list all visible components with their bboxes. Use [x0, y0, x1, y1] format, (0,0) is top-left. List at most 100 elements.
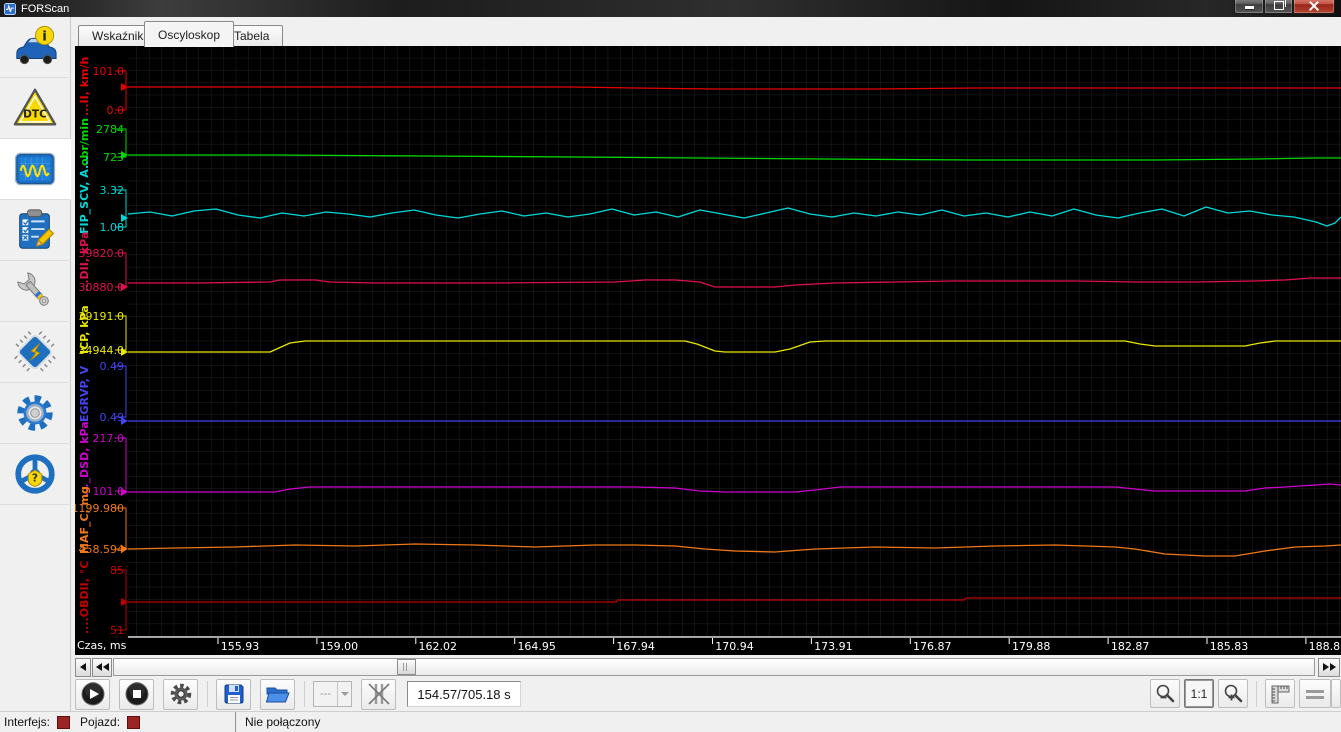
gear-icon [170, 683, 191, 705]
sidebar: i DTC ? [0, 17, 71, 712]
scroll-left-button[interactable] [75, 657, 92, 677]
window-title: FORScan [21, 2, 70, 15]
scrollbar-thumb[interactable] [397, 659, 417, 675]
sidebar-item-vehicle-info[interactable]: i [0, 17, 69, 78]
sidebar-item-configuration[interactable] [0, 322, 69, 383]
magnifier-plus-icon [1224, 684, 1243, 702]
sidebar-item-tests[interactable] [0, 200, 69, 261]
status-bar: Interfejs: Pojazd: Nie połączony [0, 711, 1341, 732]
zoom-ratio-button[interactable]: 1:1 [1184, 679, 1214, 708]
scrollbar-track[interactable] [113, 658, 1316, 676]
marker-select-dropdown[interactable]: --- [313, 681, 352, 707]
channel-value-pointer [121, 283, 128, 291]
forscan-window: { "window": { "title": "FORScan" }, "tab… [0, 0, 1341, 732]
svg-text:?: ? [31, 473, 37, 485]
sidebar-item-settings[interactable] [0, 383, 69, 444]
save-floppy-icon [224, 684, 243, 704]
channel-range-bracket [115, 365, 127, 418]
channel-value-pointer [121, 598, 128, 606]
sidebar-item-help[interactable]: ? [0, 444, 69, 505]
x-axis-title: Czas, ms [77, 639, 127, 652]
double-right-arrow-icon [1322, 663, 1336, 671]
dtc-triangle-icon: DTC [13, 88, 56, 126]
save-button[interactable] [216, 678, 251, 710]
marker-cut-button[interactable] [361, 678, 396, 710]
chip-icon [13, 331, 56, 372]
zoom-in-button[interactable] [1218, 679, 1248, 708]
vehicle-status-indicator [127, 715, 141, 729]
lines-icon [1306, 689, 1324, 699]
open-button[interactable] [260, 678, 295, 710]
x-tick-label: 185.83 [1210, 640, 1249, 653]
minimize-button[interactable] [1234, 0, 1264, 14]
play-button[interactable] [75, 678, 110, 710]
channel-value-pointer [121, 348, 128, 356]
time-position-display: 154.57/705.18 s [407, 681, 521, 707]
wrench-icon [16, 272, 49, 306]
sidebar-item-service[interactable] [0, 261, 69, 322]
channel-name-label: ..._DSD, kPa [78, 421, 91, 496]
oscilloscope-panel: 155.93 159.00 162.02 164.95 167.94 170.94 173.… [72, 46, 1341, 655]
title-bar[interactable]: FORScan [0, 0, 1341, 17]
open-folder-icon [265, 687, 290, 703]
x-tick-label: 164.95 [517, 640, 556, 653]
toolbar-separator [304, 681, 305, 707]
steering-help-icon: ? [14, 454, 55, 494]
sidebar-item-oscilloscope[interactable] [0, 139, 71, 200]
oscilloscope-toolbar: --- 154.57/705.18 s 1:1 [75, 678, 1341, 710]
x-tick-label: 155.93 [221, 640, 260, 653]
chevron-down-icon [337, 682, 351, 706]
crossed-tool-icon [367, 683, 390, 705]
x-tick-label: 167.94 [616, 640, 655, 653]
x-tick-label: 176.87 [913, 640, 952, 653]
svg-text:DTC: DTC [23, 109, 47, 121]
zoom-out-button[interactable] [1150, 679, 1180, 708]
vehicle-label: Pojazd: [80, 715, 121, 729]
channel-value-pointer [121, 83, 128, 91]
record-settings-button[interactable] [163, 678, 198, 710]
sidebar-item-dtc[interactable]: DTC [0, 78, 69, 139]
channel-value-pointer [121, 488, 128, 496]
close-button[interactable] [1293, 0, 1335, 14]
measure-button[interactable] [1265, 679, 1295, 708]
channel-layout-button[interactable] [1299, 679, 1331, 708]
oscilloscope-icon [14, 152, 56, 186]
oscilloscope-plot[interactable]: 155.93 159.00 162.02 164.95 167.94 170.94 173.… [72, 46, 1341, 655]
tab-oscyloskop[interactable]: Oscyloskop [144, 21, 235, 47]
connection-status-text: Nie połączony [245, 715, 321, 729]
forscan-logo-icon [4, 3, 16, 15]
channel-value-pointer [121, 545, 128, 553]
channel-value-pointer [121, 417, 128, 425]
car-info-icon: i [15, 25, 57, 65]
channel-name-label: ....OBDII, °C [78, 561, 91, 634]
x-tick-label: 159.00 [320, 640, 359, 653]
gear-blue-icon [16, 395, 53, 431]
scroll-fast-right-button[interactable] [1318, 657, 1340, 677]
tab-strip: Wskaźniki Oscyloskop Tabela [70, 20, 1341, 47]
channel-value-pointer [121, 214, 128, 222]
channel-name-label: FIP_SCV, A... [78, 156, 91, 234]
magnifier-minus-icon [1156, 684, 1175, 702]
scroll-fast-left-button[interactable] [92, 657, 113, 677]
channel-name-label: ...II, km/h [78, 57, 91, 116]
channel-value-pointer [121, 151, 128, 159]
toolbar-separator [1256, 680, 1257, 707]
channel-name-label: EGRVP, V [78, 365, 91, 422]
double-left-arrow-icon [95, 663, 109, 671]
x-tick-label: 182.87 [1111, 640, 1150, 653]
x-tick-label: 173.91 [814, 640, 853, 653]
left-arrow-icon [80, 663, 87, 671]
interface-label: Interfejs: [4, 715, 51, 729]
stop-button[interactable] [119, 678, 154, 710]
toolbar-separator [207, 681, 208, 707]
svg-text:i: i [42, 29, 47, 44]
clipboard-tests-icon [18, 209, 54, 249]
clipped-edge-button[interactable] [1331, 679, 1341, 708]
play-icon [81, 682, 104, 706]
x-tick-label: 162.02 [419, 640, 458, 653]
restore-button[interactable] [1264, 0, 1293, 14]
x-tick-label: 188.86 [1309, 640, 1341, 653]
interface-status-indicator [57, 715, 71, 729]
x-tick-label: 170.94 [715, 640, 754, 653]
channel-range-bracket [115, 437, 127, 492]
